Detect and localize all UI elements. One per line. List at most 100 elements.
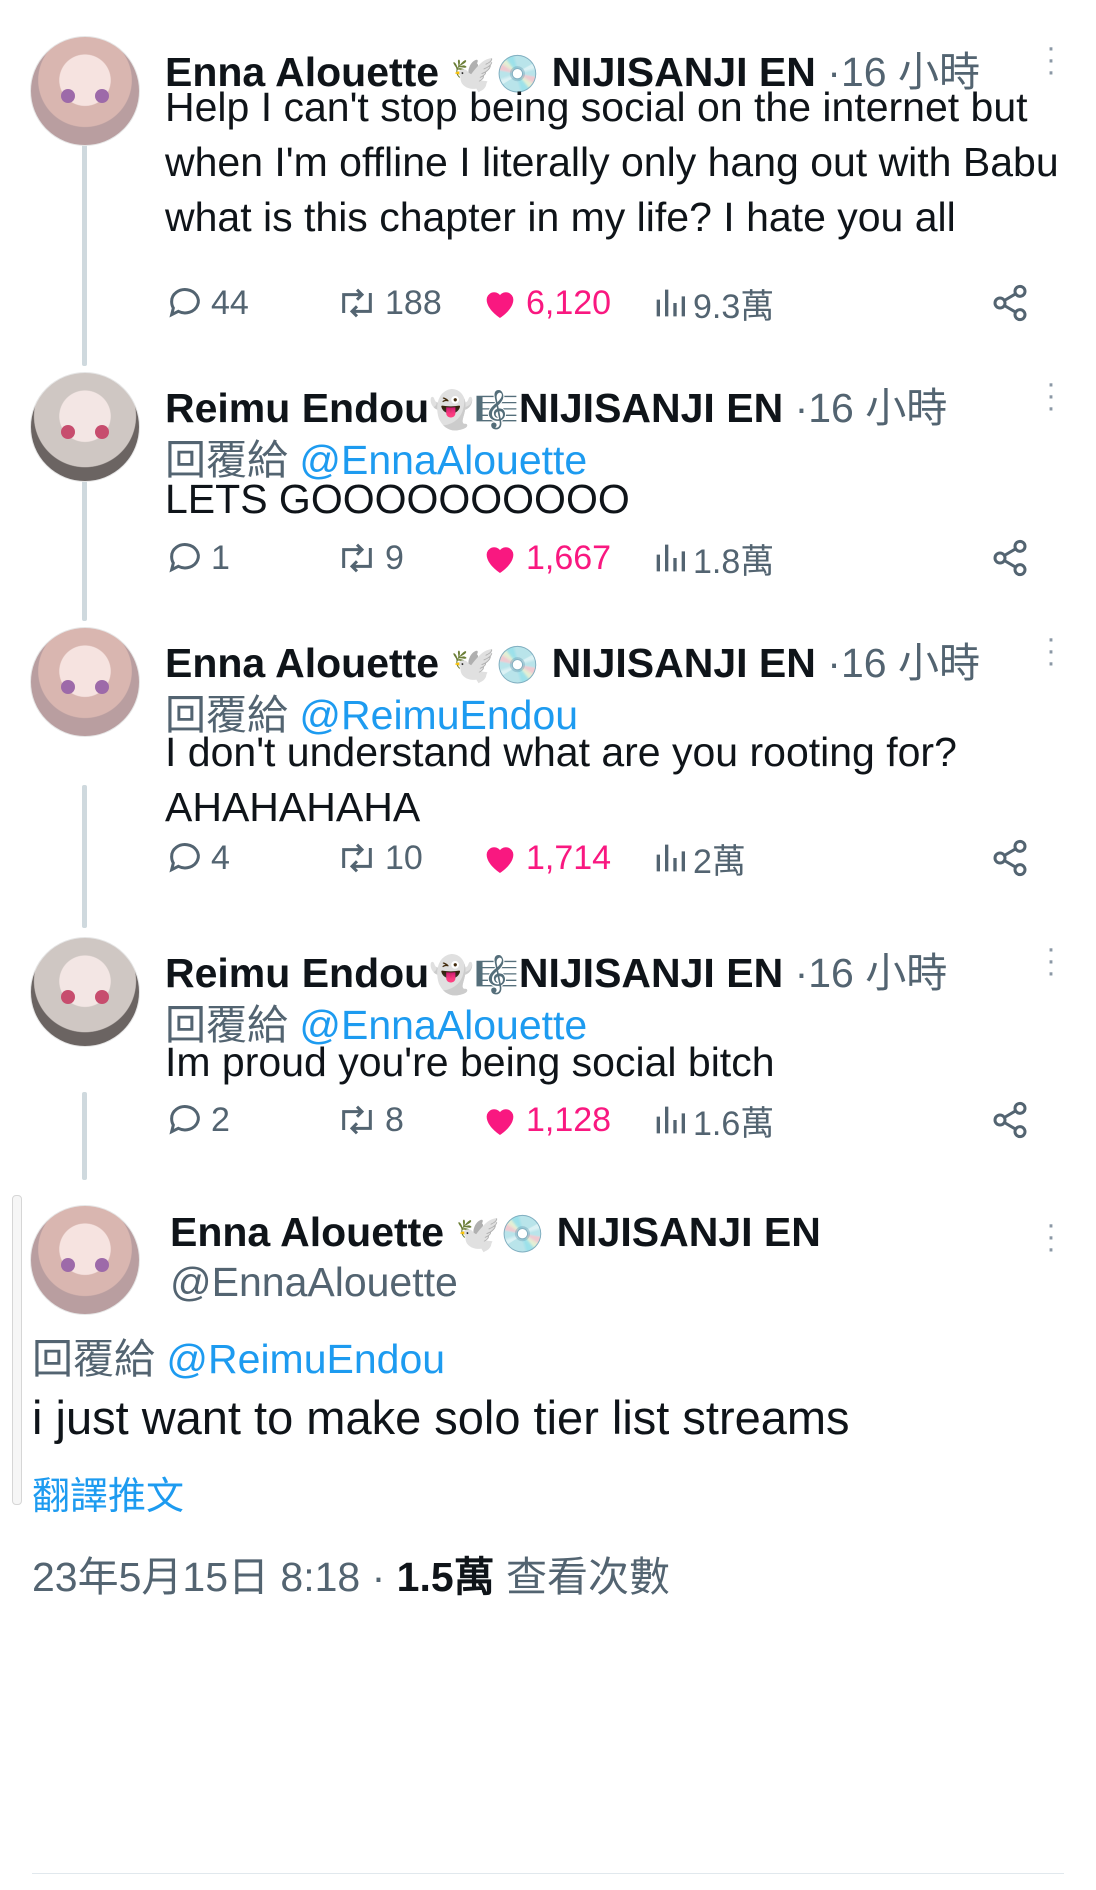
- view-count: 1.6萬: [693, 1104, 775, 1143]
- author-affiliation[interactable]: NIJISANJI EN: [557, 1209, 821, 1255]
- reply-icon: [169, 843, 200, 873]
- focused-tweet: Enna Alouette 🕊️💿 NIJISANJI EN @EnnaAlou…: [0, 1175, 1096, 1890]
- reply-count: 1: [211, 538, 230, 577]
- reply-button[interactable]: 44: [165, 278, 249, 328]
- tweet-text: Help I can't stop being social on the in…: [165, 84, 1059, 240]
- heart-icon: [486, 547, 514, 573]
- like-button[interactable]: 1,667: [480, 533, 611, 583]
- heart-icon: [486, 847, 514, 873]
- reply-button[interactable]: 4: [165, 833, 230, 883]
- retweet-count: 9: [385, 538, 404, 577]
- tweet-actions: 1 9 1,667 1.8萬: [165, 533, 1035, 583]
- author-handle[interactable]: @EnnaAlouette: [170, 1259, 458, 1306]
- views-icon: [656, 844, 685, 872]
- view-count: 9.3萬: [693, 287, 775, 326]
- view-count: 1.5萬: [396, 1554, 495, 1600]
- more-icon[interactable]: · · ·: [1046, 369, 1056, 423]
- author-name[interactable]: Enna Alouette: [170, 1209, 444, 1255]
- tweet[interactable]: Enna Alouette 🕊️💿 NIJISANJI EN ·16 小時 · ·…: [0, 0, 1096, 360]
- avatar[interactable]: [30, 1205, 140, 1315]
- views-icon: [656, 1106, 685, 1134]
- like-count: 6,120: [526, 283, 612, 322]
- reply-count: 44: [211, 283, 249, 322]
- share-icon: [993, 1101, 1027, 1139]
- author-affiliation[interactable]: NIJISANJI EN: [552, 640, 816, 686]
- retweet-button[interactable]: 10: [335, 833, 423, 883]
- more-icon[interactable]: · · ·: [1046, 33, 1056, 87]
- reply-icon: [169, 1105, 200, 1135]
- avatar[interactable]: [30, 372, 140, 482]
- reply-icon: [169, 288, 200, 318]
- tweet-actions: 2 8 1,128 1.6萬: [165, 1095, 1035, 1145]
- views-button[interactable]: 2萬: [653, 833, 746, 883]
- author-name[interactable]: Reimu Endou: [165, 385, 429, 431]
- retweet-count: 188: [385, 283, 442, 322]
- reply-button[interactable]: 1: [165, 533, 230, 583]
- retweet-count: 8: [385, 1100, 404, 1139]
- reply-to-label: 回覆給: [32, 1336, 155, 1382]
- share-button[interactable]: [990, 278, 1030, 328]
- view-count: 2萬: [693, 842, 746, 881]
- views-label: 查看次數: [506, 1554, 671, 1600]
- like-count: 1,128: [526, 1100, 612, 1139]
- like-button[interactable]: 6,120: [480, 278, 611, 328]
- author-affiliation[interactable]: NIJISANJI EN: [519, 385, 783, 431]
- author-name[interactable]: Enna Alouette: [165, 640, 439, 686]
- tweet-header: Reimu Endou👻🎼NIJISANJI EN ·16 小時: [165, 374, 947, 434]
- more-icon[interactable]: · · ·: [1046, 934, 1056, 988]
- retweet-button[interactable]: 9: [335, 533, 404, 583]
- reply-count: 2: [211, 1100, 230, 1139]
- views-button[interactable]: 1.6萬: [653, 1095, 774, 1145]
- retweet-button[interactable]: 8: [335, 1095, 404, 1145]
- views-button[interactable]: 9.3萬: [653, 278, 774, 328]
- like-button[interactable]: 1,128: [480, 1095, 611, 1145]
- tweet-time[interactable]: 16 小時: [808, 950, 947, 996]
- like-button[interactable]: 1,714: [480, 833, 611, 883]
- retweet-count: 10: [385, 838, 423, 877]
- reply-to-handle[interactable]: @ReimuEndou: [166, 1336, 445, 1382]
- view-count: 1.8萬: [693, 542, 775, 581]
- share-button[interactable]: [990, 533, 1030, 583]
- reply-to: 回覆給 @ReimuEndou: [32, 1325, 445, 1385]
- tweet[interactable]: Reimu Endou👻🎼NIJISANJI EN ·16 小時 · · · 回覆給…: [0, 360, 1096, 615]
- reply-button[interactable]: 2: [165, 1095, 230, 1145]
- tweet-timestamp: 23年5月15日 8:18 · 1.5萬 查看次數: [32, 1554, 671, 1600]
- retweet-icon: [342, 288, 372, 318]
- tweet-date[interactable]: 23年5月15日 8:18: [32, 1554, 360, 1600]
- tweet-header: Reimu Endou👻🎼NIJISANJI EN ·16 小時: [165, 939, 947, 999]
- like-count: 1,714: [526, 838, 612, 877]
- avatar[interactable]: [30, 36, 140, 146]
- tweet[interactable]: Enna Alouette 🕊️💿 NIJISANJI EN ·16 小時 · ·…: [0, 615, 1096, 925]
- author-name[interactable]: Reimu Endou: [165, 950, 429, 996]
- tweet-text: I don't understand what are you rooting …: [165, 729, 957, 830]
- share-button[interactable]: [990, 1095, 1030, 1145]
- reply-icon: [169, 543, 200, 573]
- retweet-icon: [342, 843, 372, 873]
- avatar[interactable]: [30, 627, 140, 737]
- heart-icon: [486, 292, 514, 318]
- views-button[interactable]: 1.8萬: [653, 533, 774, 583]
- author-emojis: 👻🎼: [429, 390, 519, 431]
- dot-separator: ·: [827, 640, 841, 686]
- tweet[interactable]: Reimu Endou👻🎼NIJISANJI EN ·16 小時 · · · 回覆給…: [0, 925, 1096, 1175]
- translate-link[interactable]: 翻譯推文: [32, 1465, 184, 1520]
- more-icon[interactable]: · · ·: [1046, 1210, 1056, 1264]
- avatar[interactable]: [30, 937, 140, 1047]
- share-icon: [993, 284, 1027, 322]
- tweet-text: i just want to make solo tier list strea…: [32, 1391, 850, 1444]
- tweet-text: LETS GOOOOOOOOOO: [165, 476, 630, 522]
- author-emojis: 🕊️💿: [450, 645, 541, 686]
- author-affiliation[interactable]: NIJISANJI EN: [519, 950, 783, 996]
- tweet-time[interactable]: 16 小時: [808, 385, 947, 431]
- dot-separator: ·: [794, 385, 809, 431]
- share-icon: [993, 539, 1027, 577]
- retweet-icon: [342, 1105, 372, 1135]
- retweet-icon: [342, 543, 372, 573]
- more-icon[interactable]: · · ·: [1046, 624, 1056, 678]
- dot-separator: ·: [794, 950, 809, 996]
- views-icon: [656, 544, 685, 572]
- share-button[interactable]: [990, 833, 1030, 883]
- tweet-time[interactable]: 16 小時: [841, 640, 980, 686]
- divider: [32, 1873, 1064, 1874]
- retweet-button[interactable]: 188: [335, 278, 442, 328]
